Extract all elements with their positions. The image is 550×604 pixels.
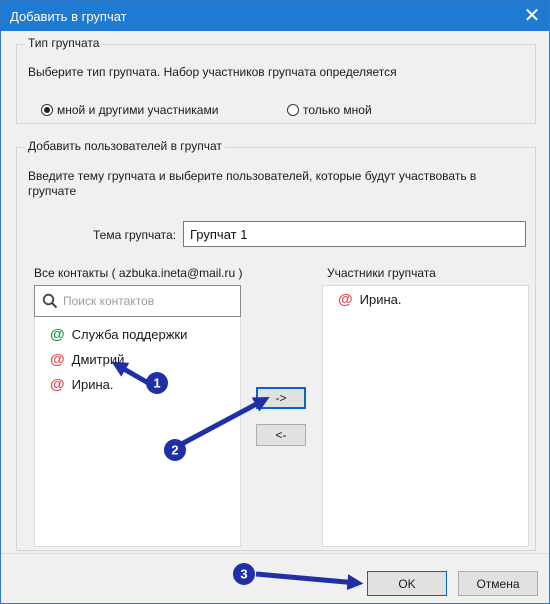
contact-name: Дмитрий bbox=[71, 352, 125, 367]
search-placeholder: Поиск контактов bbox=[63, 294, 155, 308]
add-to-groupchat-dialog: Добавить в групчат ✕ Тип групчата Выбери… bbox=[0, 0, 550, 604]
contact-item[interactable]: @ Дмитрий bbox=[50, 352, 124, 367]
close-icon: ✕ bbox=[523, 5, 541, 27]
contacts-list[interactable] bbox=[34, 285, 241, 547]
radio-checked-icon bbox=[41, 104, 53, 116]
search-icon bbox=[42, 293, 58, 309]
window-title: Добавить в групчат bbox=[10, 9, 127, 24]
remove-participant-button[interactable]: <- bbox=[256, 424, 306, 446]
radio-only-me[interactable]: только мной bbox=[287, 103, 372, 117]
topic-label: Тема групчата: bbox=[93, 228, 177, 242]
add-users-legend: Добавить пользователей в групчат bbox=[25, 139, 225, 153]
contact-item[interactable]: @ Ирина. bbox=[50, 377, 114, 392]
cancel-button[interactable]: Отмена bbox=[458, 571, 538, 596]
participant-name: Ирина. bbox=[359, 292, 402, 307]
participant-item[interactable]: @ Ирина. bbox=[338, 292, 402, 307]
radio-unchecked-icon bbox=[287, 104, 299, 116]
ok-button[interactable]: OK bbox=[367, 571, 447, 596]
footer-divider bbox=[1, 553, 549, 554]
contact-name: Служба поддержки bbox=[71, 327, 188, 342]
add-arrow-label: -> bbox=[275, 391, 287, 405]
at-icon: @ bbox=[50, 326, 65, 343]
groupchat-type-legend: Тип групчата bbox=[25, 36, 103, 50]
contact-item[interactable]: @ Служба поддержки bbox=[50, 327, 187, 342]
topic-input[interactable] bbox=[183, 221, 526, 247]
participants-header: Участники групчата bbox=[327, 266, 436, 280]
groupchat-type-description: Выберите тип групчата. Набор участников … bbox=[28, 65, 397, 79]
title-bar[interactable]: Добавить в групчат ✕ bbox=[1, 1, 549, 31]
add-users-description-line1: Введите тему групчата и выберите пользов… bbox=[28, 169, 477, 183]
search-contacts-box[interactable]: Поиск контактов bbox=[34, 285, 241, 317]
add-participant-button[interactable]: -> bbox=[256, 387, 306, 409]
cancel-button-label: Отмена bbox=[476, 576, 520, 591]
all-contacts-header: Все контакты ( azbuka.ineta@mail.ru ) bbox=[34, 266, 243, 280]
participants-list[interactable] bbox=[322, 285, 529, 547]
radio-me-and-others-label: мной и другими участниками bbox=[57, 103, 219, 117]
ok-button-label: OK bbox=[398, 576, 416, 591]
contact-name: Ирина. bbox=[71, 377, 114, 392]
close-button[interactable]: ✕ bbox=[515, 1, 549, 31]
at-icon: @ bbox=[50, 351, 65, 368]
radio-me-and-others[interactable]: мной и другими участниками bbox=[41, 103, 218, 117]
add-users-description-line2: групчате bbox=[28, 184, 77, 198]
at-icon: @ bbox=[50, 376, 65, 393]
radio-only-me-label: только мной bbox=[303, 103, 372, 117]
remove-arrow-label: <- bbox=[275, 428, 287, 442]
at-icon: @ bbox=[338, 291, 353, 308]
